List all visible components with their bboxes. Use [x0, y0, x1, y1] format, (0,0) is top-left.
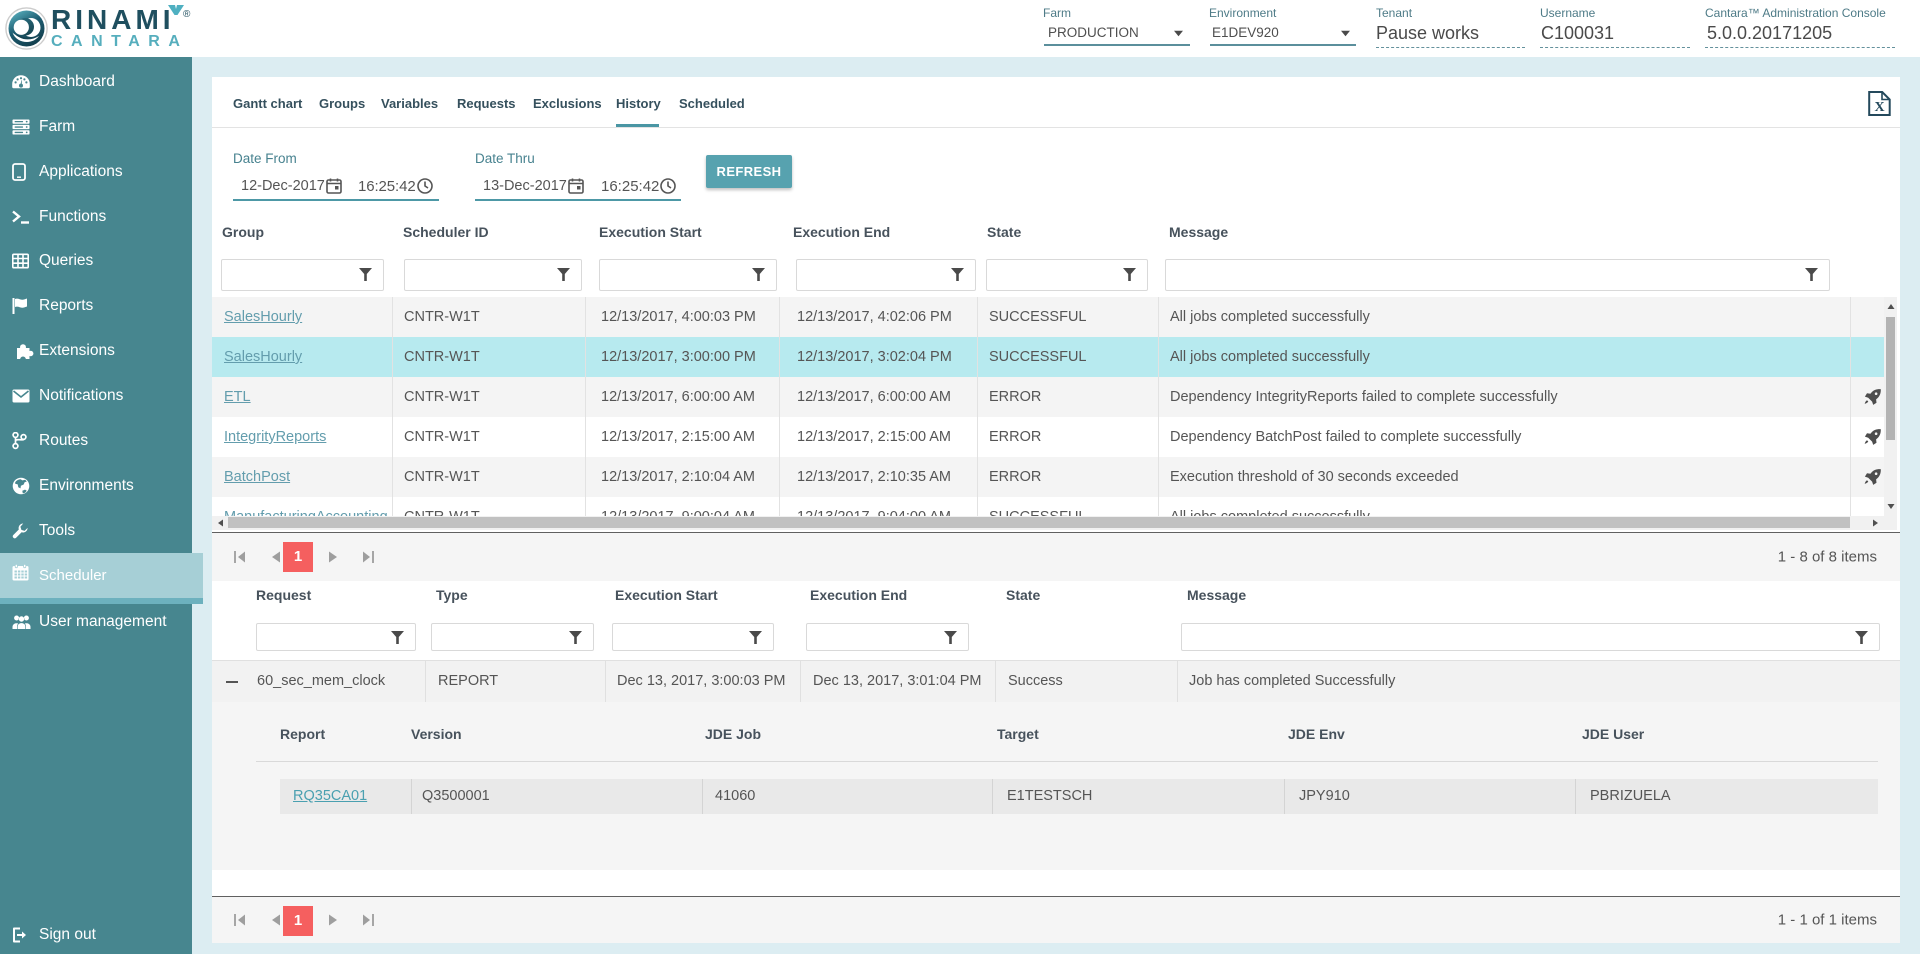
svg-text:X: X [1874, 100, 1884, 115]
